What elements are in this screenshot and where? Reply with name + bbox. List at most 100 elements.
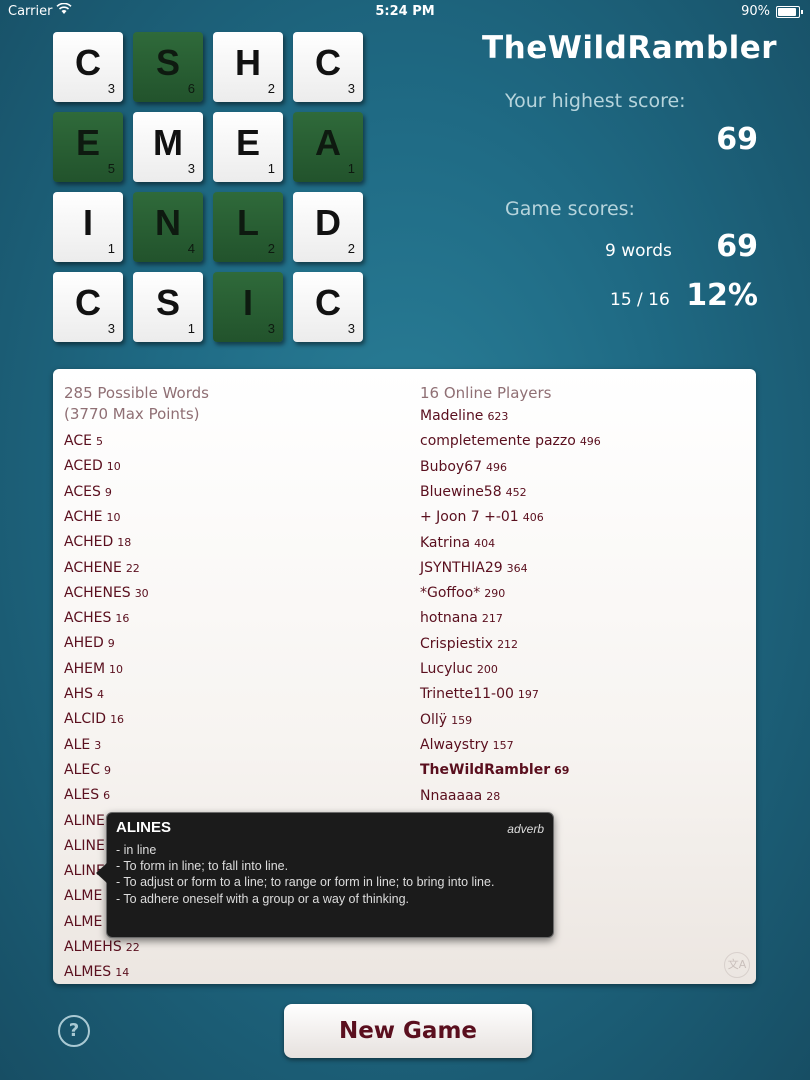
highest-score-value: 69 <box>716 122 758 157</box>
player-name: Alwaystry <box>420 736 489 753</box>
word-list-item[interactable]: ALME <box>64 888 106 904</box>
player-list-item[interactable]: Crispiestix 212 <box>420 636 518 652</box>
word-list-item[interactable]: ACED 10 <box>64 458 121 474</box>
player-list-item[interactable]: Nnaaaaa 28 <box>420 788 500 804</box>
player-name: Katrina <box>420 534 471 551</box>
definition-line: - To form in line; to fall into line. <box>116 859 289 874</box>
word-text: AHEM <box>64 660 106 677</box>
word-text: ALME <box>64 888 103 905</box>
word-list-item[interactable]: ACHED 18 <box>64 534 131 550</box>
player-list-item[interactable]: completemente pazzo 496 <box>420 433 601 449</box>
definition-popup: ALINES adverb - in line - To form in line… <box>96 812 554 938</box>
word-list-item[interactable]: ALMEHS 22 <box>64 939 140 955</box>
player-score: 623 <box>487 410 509 423</box>
word-list-item[interactable]: AHS 4 <box>64 686 104 702</box>
word-list-item[interactable]: ACE 5 <box>64 433 103 449</box>
word-points: 30 <box>134 586 149 600</box>
word-text: AHS <box>64 686 93 702</box>
letter-tile[interactable]: E5 <box>53 112 123 182</box>
max-points-subtitle: (3770 Max Points) <box>64 405 200 423</box>
word-list-item[interactable]: ACHENES 30 <box>64 585 149 601</box>
word-list-item[interactable]: ACES 9 <box>64 484 112 500</box>
letter-tile[interactable]: D2 <box>293 192 363 262</box>
letter-tile[interactable]: C3 <box>293 32 363 102</box>
tile-letter: E <box>235 122 260 163</box>
new-game-button[interactable]: New Game <box>284 1004 532 1058</box>
letter-tile[interactable]: M3 <box>133 112 203 182</box>
word-text: ALMES <box>64 964 112 981</box>
player-list-item[interactable]: + Joon 7 +-01 406 <box>420 509 544 525</box>
letter-tile[interactable]: S6 <box>133 32 203 102</box>
word-list-item[interactable]: ALINE <box>64 813 109 829</box>
letter-tile[interactable]: I3 <box>213 272 283 342</box>
status-bar: Carrier 5:24 PM 90% <box>0 0 810 22</box>
word-text: ACHENES <box>64 584 131 601</box>
battery-percent: 90% <box>741 4 770 19</box>
words-found-count: 9 words <box>605 241 672 261</box>
player-score: 364 <box>506 561 528 575</box>
player-list-item[interactable]: Bluewine58 452 <box>420 484 527 500</box>
player-list-item[interactable]: JSYNTHIA29 364 <box>420 560 528 576</box>
word-list-item[interactable]: ALES 6 <box>64 787 110 803</box>
translate-icon[interactable]: 文A <box>724 952 750 978</box>
letter-tile[interactable]: E1 <box>213 112 283 182</box>
player-list-item[interactable]: Ollÿ 159 <box>420 712 472 728</box>
word-list-item[interactable]: AHEM 10 <box>64 661 123 677</box>
letter-tile[interactable]: H2 <box>213 32 283 102</box>
player-score: 28 <box>486 789 501 803</box>
word-text: ACHED <box>64 534 114 551</box>
player-list-item[interactable]: Katrina 404 <box>420 535 495 551</box>
tile-letter: N <box>155 202 181 243</box>
tile-letter: I <box>82 202 93 243</box>
letter-tile[interactable]: N4 <box>133 192 203 262</box>
player-score: 212 <box>497 637 519 651</box>
word-text: ACED <box>64 458 103 475</box>
player-name: TheWildRambler <box>420 762 551 779</box>
word-points: 14 <box>115 966 130 980</box>
tile-points: 3 <box>267 321 275 336</box>
word-list-item[interactable]: ALMES 14 <box>64 964 129 980</box>
player-list-item[interactable]: Trinette11-00 197 <box>420 686 539 702</box>
word-points: 9 <box>104 763 111 777</box>
player-list-item[interactable]: Alwaystry 157 <box>420 737 514 753</box>
tile-points: 3 <box>107 321 115 336</box>
word-list-item[interactable]: AHED 9 <box>64 635 115 651</box>
letter-tile[interactable]: I1 <box>53 192 123 262</box>
word-points: 9 <box>107 637 115 651</box>
letter-tile[interactable]: S1 <box>133 272 203 342</box>
word-list-item[interactable]: ACHES 16 <box>64 610 129 626</box>
word-text: ALEC <box>64 761 100 778</box>
help-button[interactable]: ? <box>58 1015 90 1047</box>
player-score: 406 <box>522 511 544 525</box>
word-points: 10 <box>109 662 124 676</box>
player-list-item[interactable]: Madeline 623 <box>420 408 508 424</box>
online-players-title: 16 Online Players <box>420 384 552 402</box>
player-list-item[interactable]: *Goffoo* 290 <box>420 585 505 601</box>
player-list-item[interactable]: hotnana 217 <box>420 610 503 626</box>
popup-arrow <box>96 863 107 883</box>
word-points: 16 <box>115 612 130 626</box>
player-name: + Joon 7 +-01 <box>420 509 519 526</box>
letter-tile[interactable]: C3 <box>53 272 123 342</box>
found-ratio: 15 / 16 <box>610 290 670 310</box>
player-list-item[interactable]: TheWildRambler 69 <box>420 762 569 778</box>
word-list-item[interactable]: ALE 3 <box>64 737 101 753</box>
player-list-item[interactable]: Buboy67 496 <box>420 459 507 475</box>
tile-letter: A <box>315 122 341 163</box>
letter-tile[interactable]: L2 <box>213 192 283 262</box>
letter-tile[interactable]: A1 <box>293 112 363 182</box>
letter-tile[interactable]: C3 <box>293 272 363 342</box>
word-list-item[interactable]: ALME <box>64 914 106 930</box>
letter-tile[interactable]: C3 <box>53 32 123 102</box>
word-list-item[interactable]: ALCID 16 <box>64 711 124 727</box>
word-list-item[interactable]: ALEC 9 <box>64 762 111 778</box>
tile-letter: L <box>237 202 259 243</box>
word-list-item[interactable]: ACHE 10 <box>64 509 120 525</box>
tile-letter: E <box>75 122 100 163</box>
word-points: 4 <box>97 688 104 701</box>
player-list-item[interactable]: Lucyluc 200 <box>420 661 498 677</box>
word-text: ALINE <box>64 837 105 854</box>
word-list-item[interactable]: ACHENE 22 <box>64 560 140 576</box>
word-points: 22 <box>125 561 140 575</box>
word-list-item[interactable]: ALINE <box>64 838 109 854</box>
